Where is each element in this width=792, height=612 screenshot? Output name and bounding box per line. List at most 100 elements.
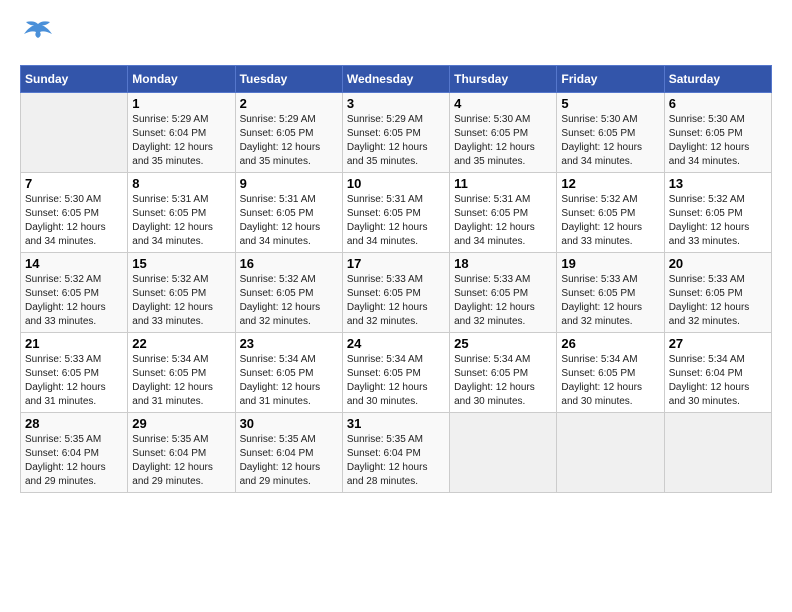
day-info: Sunrise: 5:34 AM Sunset: 6:04 PM Dayligh… (669, 353, 767, 409)
sunset-text: Sunset: 6:05 PM (561, 367, 659, 381)
sunrise-text: Sunrise: 5:33 AM (454, 273, 552, 287)
sunset-text: Sunset: 6:05 PM (454, 367, 552, 381)
daylight-text: Daylight: 12 hours and 34 minutes. (561, 141, 659, 169)
calendar-cell: 11 Sunrise: 5:31 AM Sunset: 6:05 PM Dayl… (450, 173, 557, 253)
sunset-text: Sunset: 6:04 PM (25, 447, 123, 461)
daylight-text: Daylight: 12 hours and 32 minutes. (240, 301, 338, 329)
day-number: 21 (25, 336, 123, 351)
calendar-cell: 13 Sunrise: 5:32 AM Sunset: 6:05 PM Dayl… (664, 173, 771, 253)
header-sunday: Sunday (21, 66, 128, 93)
day-info: Sunrise: 5:34 AM Sunset: 6:05 PM Dayligh… (454, 353, 552, 409)
sunset-text: Sunset: 6:05 PM (25, 287, 123, 301)
sunrise-text: Sunrise: 5:31 AM (454, 193, 552, 207)
calendar-cell: 31 Sunrise: 5:35 AM Sunset: 6:04 PM Dayl… (342, 413, 449, 493)
day-info: Sunrise: 5:32 AM Sunset: 6:05 PM Dayligh… (25, 273, 123, 329)
calendar-cell: 28 Sunrise: 5:35 AM Sunset: 6:04 PM Dayl… (21, 413, 128, 493)
daylight-text: Daylight: 12 hours and 32 minutes. (669, 301, 767, 329)
sunset-text: Sunset: 6:05 PM (25, 207, 123, 221)
calendar-week-row: 28 Sunrise: 5:35 AM Sunset: 6:04 PM Dayl… (21, 413, 772, 493)
day-number: 31 (347, 416, 445, 431)
day-number: 24 (347, 336, 445, 351)
daylight-text: Daylight: 12 hours and 32 minutes. (454, 301, 552, 329)
header-saturday: Saturday (664, 66, 771, 93)
daylight-text: Daylight: 12 hours and 30 minutes. (561, 381, 659, 409)
daylight-text: Daylight: 12 hours and 32 minutes. (561, 301, 659, 329)
sunrise-text: Sunrise: 5:35 AM (25, 433, 123, 447)
day-info: Sunrise: 5:34 AM Sunset: 6:05 PM Dayligh… (347, 353, 445, 409)
day-number: 9 (240, 176, 338, 191)
day-info: Sunrise: 5:33 AM Sunset: 6:05 PM Dayligh… (669, 273, 767, 329)
daylight-text: Daylight: 12 hours and 33 minutes. (669, 221, 767, 249)
calendar-cell: 16 Sunrise: 5:32 AM Sunset: 6:05 PM Dayl… (235, 253, 342, 333)
daylight-text: Daylight: 12 hours and 34 minutes. (454, 221, 552, 249)
daylight-text: Daylight: 12 hours and 31 minutes. (132, 381, 230, 409)
sunset-text: Sunset: 6:04 PM (347, 447, 445, 461)
day-number: 2 (240, 96, 338, 111)
sunrise-text: Sunrise: 5:29 AM (132, 113, 230, 127)
daylight-text: Daylight: 12 hours and 34 minutes. (240, 221, 338, 249)
sunrise-text: Sunrise: 5:33 AM (347, 273, 445, 287)
calendar-cell: 7 Sunrise: 5:30 AM Sunset: 6:05 PM Dayli… (21, 173, 128, 253)
sunset-text: Sunset: 6:05 PM (347, 127, 445, 141)
sunset-text: Sunset: 6:04 PM (240, 447, 338, 461)
header-tuesday: Tuesday (235, 66, 342, 93)
day-number: 19 (561, 256, 659, 271)
day-number: 28 (25, 416, 123, 431)
day-number: 4 (454, 96, 552, 111)
day-info: Sunrise: 5:30 AM Sunset: 6:05 PM Dayligh… (669, 113, 767, 169)
calendar-cell: 18 Sunrise: 5:33 AM Sunset: 6:05 PM Dayl… (450, 253, 557, 333)
calendar-cell: 8 Sunrise: 5:31 AM Sunset: 6:05 PM Dayli… (128, 173, 235, 253)
calendar-cell: 29 Sunrise: 5:35 AM Sunset: 6:04 PM Dayl… (128, 413, 235, 493)
sunrise-text: Sunrise: 5:31 AM (132, 193, 230, 207)
calendar-cell: 14 Sunrise: 5:32 AM Sunset: 6:05 PM Dayl… (21, 253, 128, 333)
day-info: Sunrise: 5:31 AM Sunset: 6:05 PM Dayligh… (240, 193, 338, 249)
daylight-text: Daylight: 12 hours and 30 minutes. (669, 381, 767, 409)
day-number: 18 (454, 256, 552, 271)
sunset-text: Sunset: 6:05 PM (454, 207, 552, 221)
day-info: Sunrise: 5:30 AM Sunset: 6:05 PM Dayligh… (25, 193, 123, 249)
sunset-text: Sunset: 6:05 PM (561, 287, 659, 301)
daylight-text: Daylight: 12 hours and 31 minutes. (25, 381, 123, 409)
day-number: 17 (347, 256, 445, 271)
header-wednesday: Wednesday (342, 66, 449, 93)
calendar-cell: 20 Sunrise: 5:33 AM Sunset: 6:05 PM Dayl… (664, 253, 771, 333)
day-number: 10 (347, 176, 445, 191)
day-number: 5 (561, 96, 659, 111)
day-number: 1 (132, 96, 230, 111)
daylight-text: Daylight: 12 hours and 35 minutes. (240, 141, 338, 169)
daylight-text: Daylight: 12 hours and 28 minutes. (347, 461, 445, 489)
calendar-cell (557, 413, 664, 493)
calendar-cell (21, 93, 128, 173)
sunset-text: Sunset: 6:05 PM (347, 287, 445, 301)
sunrise-text: Sunrise: 5:35 AM (347, 433, 445, 447)
sunset-text: Sunset: 6:05 PM (454, 287, 552, 301)
calendar-cell: 25 Sunrise: 5:34 AM Sunset: 6:05 PM Dayl… (450, 333, 557, 413)
sunset-text: Sunset: 6:05 PM (669, 127, 767, 141)
calendar-cell: 15 Sunrise: 5:32 AM Sunset: 6:05 PM Dayl… (128, 253, 235, 333)
sunset-text: Sunset: 6:05 PM (240, 367, 338, 381)
day-info: Sunrise: 5:34 AM Sunset: 6:05 PM Dayligh… (240, 353, 338, 409)
calendar-cell: 5 Sunrise: 5:30 AM Sunset: 6:05 PM Dayli… (557, 93, 664, 173)
logo (20, 20, 60, 55)
day-info: Sunrise: 5:35 AM Sunset: 6:04 PM Dayligh… (25, 433, 123, 489)
sunrise-text: Sunrise: 5:32 AM (561, 193, 659, 207)
sunset-text: Sunset: 6:05 PM (347, 207, 445, 221)
day-number: 8 (132, 176, 230, 191)
sunrise-text: Sunrise: 5:34 AM (454, 353, 552, 367)
sunrise-text: Sunrise: 5:34 AM (669, 353, 767, 367)
calendar-cell: 17 Sunrise: 5:33 AM Sunset: 6:05 PM Dayl… (342, 253, 449, 333)
sunset-text: Sunset: 6:05 PM (132, 367, 230, 381)
sunset-text: Sunset: 6:05 PM (240, 287, 338, 301)
sunset-text: Sunset: 6:05 PM (561, 207, 659, 221)
calendar-table: Sunday Monday Tuesday Wednesday Thursday… (20, 65, 772, 493)
calendar-cell: 22 Sunrise: 5:34 AM Sunset: 6:05 PM Dayl… (128, 333, 235, 413)
daylight-text: Daylight: 12 hours and 34 minutes. (669, 141, 767, 169)
daylight-text: Daylight: 12 hours and 30 minutes. (347, 381, 445, 409)
sunrise-text: Sunrise: 5:30 AM (669, 113, 767, 127)
calendar-week-row: 14 Sunrise: 5:32 AM Sunset: 6:05 PM Dayl… (21, 253, 772, 333)
day-number: 11 (454, 176, 552, 191)
sunrise-text: Sunrise: 5:29 AM (240, 113, 338, 127)
sunset-text: Sunset: 6:05 PM (132, 207, 230, 221)
header-friday: Friday (557, 66, 664, 93)
calendar-cell: 12 Sunrise: 5:32 AM Sunset: 6:05 PM Dayl… (557, 173, 664, 253)
